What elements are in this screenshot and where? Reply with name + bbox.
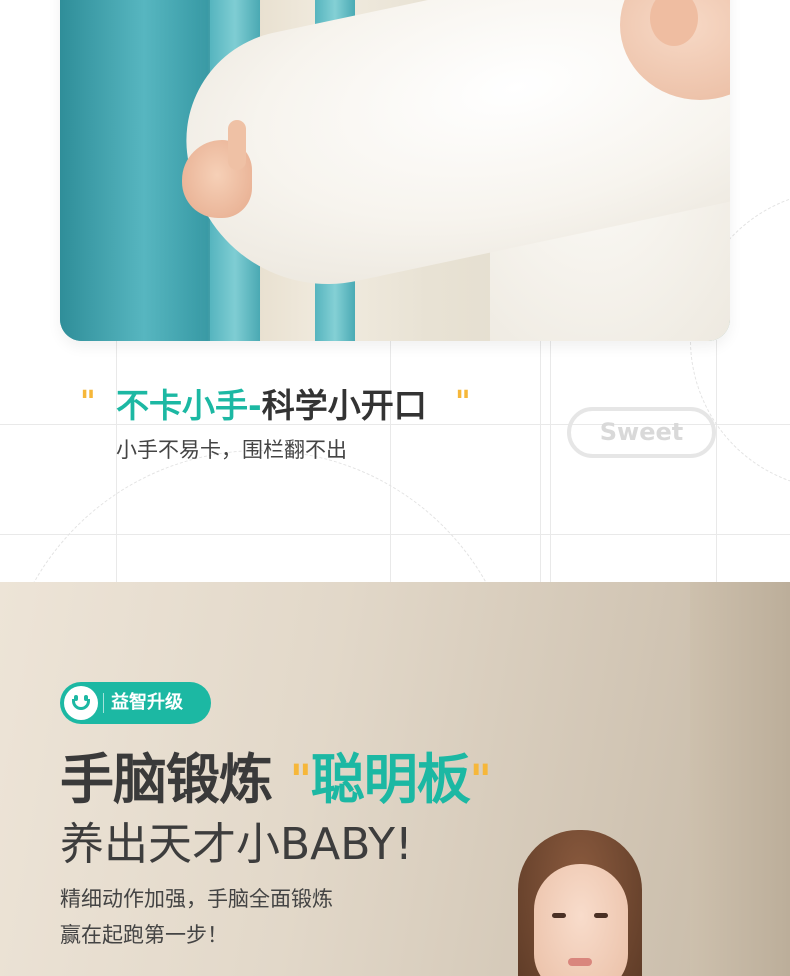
quote-open: " [80,385,96,420]
feature-section: " 不卡小手-科学小开口 " 小手不易卡，围栏翻不出 Sweet [0,0,790,582]
baby-finger [228,120,246,170]
woman-lips [568,958,592,966]
promo-quote-open: " [289,755,312,804]
quote-close: " [455,385,471,420]
feature-subtitle: 小手不易卡，围栏翻不出 [116,438,347,462]
promo-subtitle: 养出天才小BABY! [60,819,413,870]
promo-desc-line1: 精细动作加强，手脑全面锻炼 [60,887,333,911]
icon-smile [72,699,90,710]
feature-headline-highlight: 不卡小手- [116,386,262,425]
promo-desc-line2: 赢在起跑第一步！ [60,923,228,947]
feature-headline-rest: 科学小开口 [261,386,427,425]
woman-eye [594,913,608,918]
promo-title: 手脑锻炼 "聪明板" [60,748,492,812]
feature-headline: 不卡小手-科学小开口 [116,386,427,426]
tag-pill: 益智升级 [60,682,211,724]
fence-rail [60,0,200,341]
smiley-face-icon [64,686,98,720]
tag-divider [103,693,104,713]
promo-title-highlight: 聪明板 [310,748,471,811]
promo-section: 益智升级 手脑锻炼 "聪明板" 养出天才小BABY! 精细动作加强，手脑全面锻炼… [0,582,790,976]
promo-quote-close: " [469,755,492,804]
product-photo [60,0,730,341]
promo-title-main: 手脑锻炼 [60,748,273,811]
decorative-arc [0,450,520,582]
wall-edge [690,582,790,976]
woman-eye [552,913,566,918]
grid-line [540,340,541,582]
tag-label: 益智升级 [111,692,183,713]
grid-line [550,340,551,582]
sweet-badge: Sweet [567,407,716,458]
